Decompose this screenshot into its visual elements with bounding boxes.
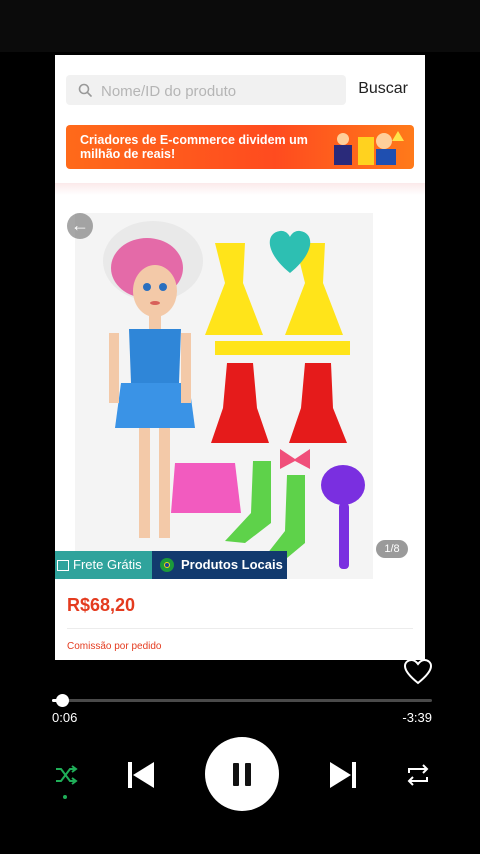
- product-image[interactable]: [75, 213, 373, 579]
- image-counter: 1/8: [376, 540, 408, 558]
- section-divider: [55, 183, 425, 195]
- local-products-label: Produtos Locais: [181, 557, 283, 572]
- search-button[interactable]: Buscar: [352, 79, 414, 99]
- search-input[interactable]: [99, 75, 343, 107]
- image-back-button[interactable]: ←: [67, 213, 93, 239]
- next-icon[interactable]: [328, 760, 358, 790]
- divider: [67, 628, 413, 629]
- shuffle-icon[interactable]: [54, 764, 78, 786]
- progress-thumb[interactable]: [56, 694, 70, 707]
- heart-icon[interactable]: [404, 659, 432, 685]
- brazil-flag-icon: [160, 558, 174, 572]
- free-shipping-label: Frete Grátis: [73, 557, 142, 572]
- search-row: Buscar: [55, 75, 425, 107]
- search-icon: [78, 83, 92, 97]
- progress-bar[interactable]: [52, 694, 432, 707]
- repeat-icon[interactable]: [405, 763, 431, 787]
- time-elapsed: 0:06: [52, 710, 78, 725]
- commission-label: Comissão por pedido: [67, 641, 162, 652]
- promo-banner-text: Criadores de E-commerce dividem um milhã…: [80, 133, 308, 161]
- time-remaining: -3:39: [402, 710, 432, 725]
- pause-button[interactable]: [205, 737, 279, 811]
- free-shipping-badge: Frete Grátis: [55, 551, 152, 579]
- shuffle-active-dot: [63, 795, 67, 799]
- back-arrow-icon: ←: [71, 215, 89, 235]
- previous-icon[interactable]: [126, 760, 156, 790]
- product-price: R$68,20: [67, 595, 136, 615]
- search-box[interactable]: [66, 75, 346, 107]
- top-bar: [0, 0, 480, 52]
- shipping-icon: [57, 560, 69, 571]
- promo-illustration: [334, 131, 404, 165]
- doll-set-illustration: [75, 213, 373, 579]
- promo-banner[interactable]: Criadores de E-commerce dividem um milhã…: [66, 125, 414, 169]
- local-products-badge: Produtos Locais: [152, 551, 287, 579]
- product-card: Buscar Criadores de E-commerce dividem u…: [55, 55, 425, 660]
